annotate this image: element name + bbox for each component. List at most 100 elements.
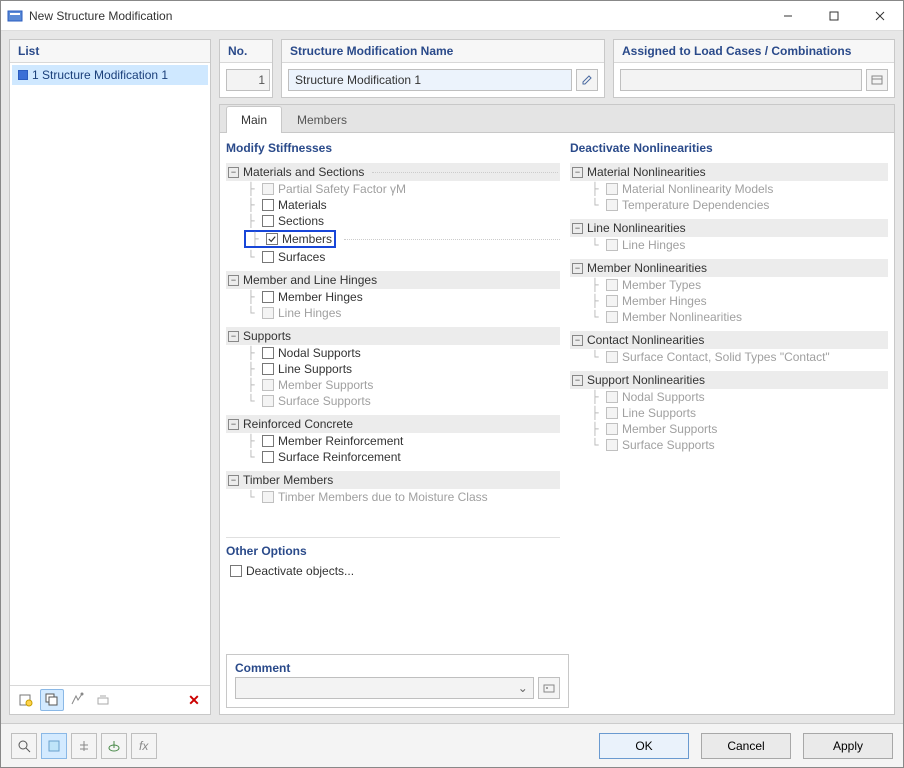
toolbar-button-4[interactable] bbox=[92, 689, 116, 711]
apply-button[interactable]: Apply bbox=[803, 733, 893, 759]
checkbox-deactivate-objects[interactable] bbox=[230, 565, 242, 577]
item-member-supports: Member Supports bbox=[278, 378, 373, 392]
group-line-nl: Line Nonlinearities bbox=[587, 221, 686, 235]
footer: fx OK Cancel Apply bbox=[1, 723, 903, 767]
assign-edit-button[interactable] bbox=[866, 69, 888, 91]
no-input[interactable] bbox=[226, 69, 270, 91]
footer-tool-3[interactable] bbox=[71, 733, 97, 759]
tab-members[interactable]: Members bbox=[282, 106, 362, 133]
list-item-icon bbox=[18, 70, 28, 80]
checkbox-timber-moist bbox=[262, 491, 274, 503]
minimize-button[interactable] bbox=[765, 1, 811, 30]
close-button[interactable] bbox=[857, 1, 903, 30]
ok-button[interactable]: OK bbox=[599, 733, 689, 759]
assign-input[interactable] bbox=[620, 69, 862, 91]
item-materials: Materials bbox=[278, 198, 327, 212]
checkbox-surfaces[interactable] bbox=[262, 251, 274, 263]
expand-icon[interactable]: − bbox=[572, 335, 583, 346]
item-deactivate-objects: Deactivate objects... bbox=[246, 564, 354, 578]
item-line-supports: Line Supports bbox=[278, 362, 352, 376]
group-rc: Reinforced Concrete bbox=[243, 417, 353, 431]
expand-icon[interactable]: − bbox=[228, 475, 239, 486]
group-mat-nl: Material Nonlinearities bbox=[587, 165, 706, 179]
list-item[interactable]: 1 Structure Modification 1 bbox=[12, 65, 208, 85]
group-materials-sections: Materials and Sections bbox=[243, 165, 364, 179]
comment-edit-button[interactable] bbox=[538, 677, 560, 699]
item-sup-nodal: Nodal Supports bbox=[622, 390, 705, 404]
expand-icon[interactable]: − bbox=[228, 275, 239, 286]
footer-tool-5[interactable]: fx bbox=[131, 733, 157, 759]
checkbox-members[interactable] bbox=[266, 233, 278, 245]
svg-text:fx: fx bbox=[139, 739, 149, 753]
footer-tool-2[interactable] bbox=[41, 733, 67, 759]
cancel-button[interactable]: Cancel bbox=[701, 733, 791, 759]
modify-header: Modify Stiffnesses bbox=[226, 139, 560, 157]
checkbox-materials[interactable] bbox=[262, 199, 274, 211]
item-rc-surface: Surface Reinforcement bbox=[278, 450, 401, 464]
tab-strip: Main Members bbox=[220, 105, 894, 133]
item-mem-types: Member Types bbox=[622, 278, 701, 292]
deactivate-column: Deactivate Nonlinearities −Material Nonl… bbox=[570, 139, 888, 648]
delete-icon: ✕ bbox=[188, 692, 200, 709]
titlebar: New Structure Modification bbox=[1, 1, 903, 31]
item-line-hinges-nl: Line Hinges bbox=[622, 238, 685, 252]
item-mat-models: Material Nonlinearity Models bbox=[622, 182, 773, 196]
item-temp-dep: Temperature Dependencies bbox=[622, 198, 769, 212]
tab-main[interactable]: Main bbox=[226, 106, 282, 133]
list-body: 1 Structure Modification 1 bbox=[10, 63, 210, 685]
footer-tool-search[interactable] bbox=[11, 733, 37, 759]
group-mlh: Member and Line Hinges bbox=[243, 273, 377, 287]
modify-column: Modify Stiffnesses −Materials and Sectio… bbox=[226, 139, 560, 648]
expand-icon[interactable]: − bbox=[228, 167, 239, 178]
app-icon bbox=[7, 8, 23, 24]
copy-item-button[interactable] bbox=[40, 689, 64, 711]
item-sup-member: Member Supports bbox=[622, 422, 717, 436]
deactivate-header: Deactivate Nonlinearities bbox=[570, 139, 888, 157]
item-members: Members bbox=[282, 232, 332, 246]
item-rc-member: Member Reinforcement bbox=[278, 434, 403, 448]
new-item-button[interactable] bbox=[14, 689, 38, 711]
maximize-button[interactable] bbox=[811, 1, 857, 30]
dialog-window: New Structure Modification List 1 Struct… bbox=[0, 0, 904, 768]
item-member-hinges: Member Hinges bbox=[278, 290, 363, 304]
comment-header: Comment bbox=[235, 659, 560, 677]
checkbox-line-hinges-nl bbox=[606, 239, 618, 251]
list-header: List bbox=[10, 40, 210, 63]
group-support-nl: Support Nonlinearities bbox=[587, 373, 705, 387]
expand-icon[interactable]: − bbox=[228, 419, 239, 430]
checkbox-contact bbox=[606, 351, 618, 363]
top-fields: No. Structure Modification Name Assigned… bbox=[219, 39, 895, 98]
checkbox-surface-supports bbox=[262, 395, 274, 407]
expand-icon[interactable]: − bbox=[572, 263, 583, 274]
expand-icon[interactable]: − bbox=[572, 223, 583, 234]
checkbox-mem-hinges-nl bbox=[606, 295, 618, 307]
item-psf: Partial Safety Factor γM bbox=[278, 182, 406, 196]
expand-icon[interactable]: − bbox=[572, 375, 583, 386]
delete-item-button[interactable]: ✕ bbox=[182, 689, 206, 711]
toolbar-button-3[interactable] bbox=[66, 689, 90, 711]
checkbox-sup-nodal bbox=[606, 391, 618, 403]
comment-combo[interactable]: ⌄ bbox=[235, 677, 534, 699]
footer-tool-4[interactable] bbox=[101, 733, 127, 759]
checkbox-nodal-supports[interactable] bbox=[262, 347, 274, 359]
tabs-panel: Main Members Modify Stiffnesses −Materia… bbox=[219, 104, 895, 715]
expand-icon[interactable]: − bbox=[572, 167, 583, 178]
window-title: New Structure Modification bbox=[29, 9, 172, 23]
item-sup-line: Line Supports bbox=[622, 406, 696, 420]
checkbox-sup-member bbox=[606, 423, 618, 435]
rename-button[interactable] bbox=[576, 69, 598, 91]
item-surfaces: Surfaces bbox=[278, 250, 325, 264]
checkbox-line-supports[interactable] bbox=[262, 363, 274, 375]
checkbox-member-hinges[interactable] bbox=[262, 291, 274, 303]
checkbox-member-supports bbox=[262, 379, 274, 391]
name-label: Structure Modification Name bbox=[282, 40, 604, 63]
checkbox-rc-member[interactable] bbox=[262, 435, 274, 447]
checkbox-sections[interactable] bbox=[262, 215, 274, 227]
name-input[interactable] bbox=[288, 69, 572, 91]
group-supports: Supports bbox=[243, 329, 291, 343]
checkbox-mat-models bbox=[606, 183, 618, 195]
checkbox-rc-surface[interactable] bbox=[262, 451, 274, 463]
item-mem-hinges-nl: Member Hinges bbox=[622, 294, 707, 308]
list-toolbar: ✕ bbox=[10, 685, 210, 714]
expand-icon[interactable]: − bbox=[228, 331, 239, 342]
